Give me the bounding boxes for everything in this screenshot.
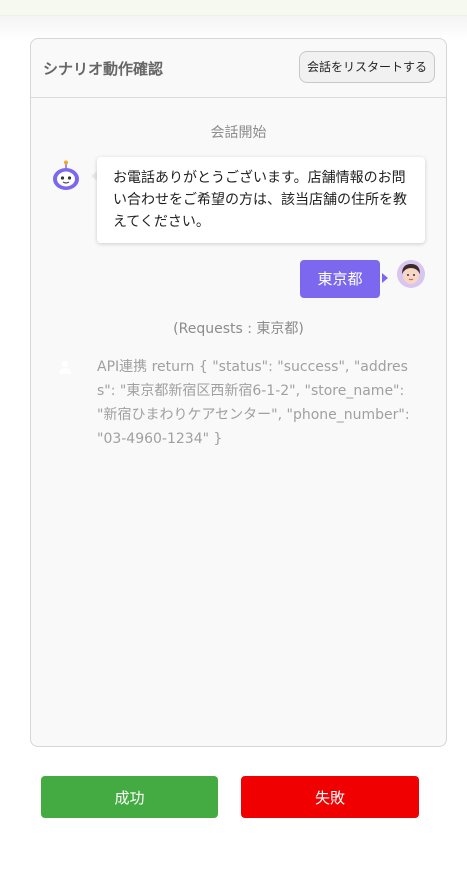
fail-button[interactable]: 失敗 <box>241 776 419 818</box>
user-message: 東京都 <box>300 260 380 298</box>
user-bubble-tail <box>382 273 388 283</box>
requests-label: (Requests : 東京都) <box>173 321 304 337</box>
person-icon <box>59 360 71 374</box>
panel-header: シナリオ動作確認 会話をリスタートする <box>31 39 446 98</box>
panel-title: シナリオ動作確認 <box>43 60 164 78</box>
scenario-panel: シナリオ動作確認 会話をリスタートする 会話開始 お電話ありがとうございます。店… <box>30 38 447 747</box>
api-response-message: API連携 return { "status": "success", "add… <box>97 359 410 447</box>
bot-message: お電話ありがとうございます。店舗情報のお問い合わせをご希望の方は、該当店舗の住所… <box>97 157 425 243</box>
conversation-start-label: 会話開始 <box>210 125 267 141</box>
restart-conversation-button[interactable]: 会話をリスタートする <box>298 51 435 83</box>
top-shade <box>0 16 467 40</box>
robot-icon <box>53 160 79 190</box>
top-bar <box>0 0 467 16</box>
success-button[interactable]: 成功 <box>41 776 218 818</box>
user-avatar-icon <box>397 260 425 288</box>
